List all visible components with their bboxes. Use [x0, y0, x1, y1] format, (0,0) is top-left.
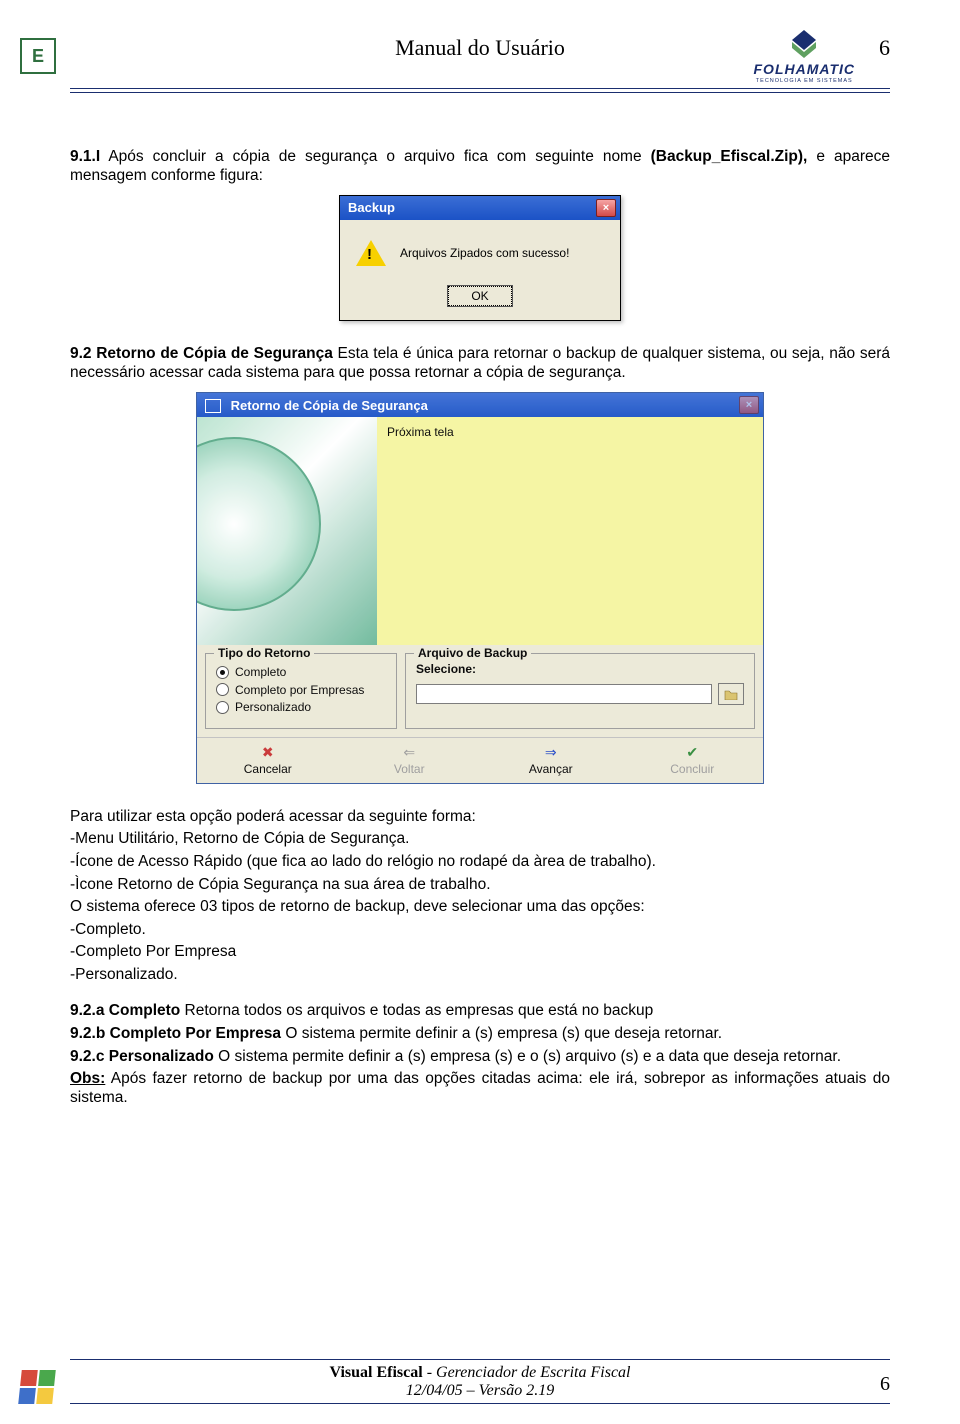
header-rule-2	[70, 92, 890, 93]
cancel-button[interactable]: ✖ Cancelar	[197, 738, 339, 783]
para-how-5: O sistema oferece 03 tipos de retorno de…	[70, 898, 890, 917]
p92c-prefix: 9.2.c Personalizado	[70, 1048, 214, 1065]
backup-message: Arquivos Zipados com sucesso!	[400, 246, 569, 260]
backup-titlebar: Backup ×	[340, 196, 620, 220]
para-how-1: Para utilizar esta opção poderá acessar …	[70, 808, 890, 827]
wizard-hint: Próxima tela	[387, 425, 454, 439]
wizard-titlebar: Retorno de Cópia de Segurança ×	[197, 393, 763, 417]
group-tipo-retorno: Tipo do Retorno Completo Completo por Em…	[205, 653, 397, 728]
radio-icon	[216, 701, 229, 714]
finish-label: Concluir	[670, 762, 714, 776]
backup-dialog-figure: Backup × ! Arquivos Zipados com sucesso!…	[70, 195, 890, 321]
group-arquivo-backup: Arquivo de Backup Selecione:	[405, 653, 755, 728]
paragraph-9-1-i: 9.1.I Após concluir a cópia de segurança…	[70, 148, 890, 185]
logo-left-letter: E	[32, 46, 44, 67]
p92a-prefix: 9.2.a Completo	[70, 1002, 180, 1019]
p1-prefix: 9.1.I	[70, 148, 100, 165]
page-footer: Visual Efiscal - Gerenciador de Escrita …	[70, 1359, 890, 1404]
finish-button[interactable]: ✔ Concluir	[622, 738, 764, 783]
footer-product: Visual Efiscal	[329, 1364, 422, 1381]
warning-icon: !	[356, 238, 386, 268]
content: 9.1.I Após concluir a cópia de segurança…	[70, 148, 890, 1107]
p1-text: Após concluir a cópia de segurança o arq…	[100, 148, 650, 165]
arrow-left-icon: ⇐	[403, 744, 415, 761]
paragraph-9-2-b: 9.2.b Completo Por Empresa O sistema per…	[70, 1025, 890, 1044]
paragraph-9-2: 9.2 Retorno de Cópia de Segurança Esta t…	[70, 345, 890, 382]
backup-button-row: OK	[340, 286, 620, 320]
paragraph-9-2-a: 9.2.a Completo Retorna todos os arquivos…	[70, 1002, 890, 1021]
back-label: Voltar	[394, 762, 425, 776]
backup-file-input[interactable]	[416, 684, 712, 704]
header-page-number: 6	[879, 35, 890, 61]
next-button[interactable]: ⇒ Avançar	[480, 738, 622, 783]
ok-button[interactable]: OK	[448, 286, 511, 306]
radio-label: Completo	[235, 665, 286, 679]
footer-content: Visual Efiscal - Gerenciador de Escrita …	[70, 1360, 890, 1400]
brand-logo: FOLHAMATIC TECNOLOGIA EM SISTEMAS	[754, 30, 856, 84]
wizard-title: Retorno de Cópia de Segurança	[231, 398, 428, 413]
radio-label: Personalizado	[235, 700, 311, 714]
logo-left: E	[20, 38, 56, 74]
radio-icon	[216, 666, 229, 679]
legend-arquivo: Arquivo de Backup	[414, 646, 531, 660]
p1-bold: (Backup_Efiscal.Zip),	[651, 148, 808, 165]
legend-tipo: Tipo do Retorno	[214, 646, 314, 660]
folder-open-icon	[724, 688, 738, 700]
para-how-2: -Menu Utilitário, Retorno de Cópia de Se…	[70, 830, 890, 849]
check-icon: ✔	[686, 744, 698, 761]
browse-button[interactable]	[718, 683, 744, 705]
p92b-text: O sistema permite definir a (s) empresa …	[281, 1025, 722, 1042]
obs-text: Após fazer retorno de backup por uma das…	[70, 1070, 890, 1106]
brand-sub: TECNOLOGIA EM SISTEMAS	[756, 78, 853, 84]
para-how-4: -Ìcone Retorno de Cópia Segurança na sua…	[70, 876, 890, 895]
footer-rule-2	[70, 1403, 890, 1404]
page-header: E Manual do Usuário 6 FOLHAMATIC TECNOLO…	[70, 30, 890, 108]
obs-label: Obs:	[70, 1070, 105, 1087]
wizard-buttonbar: ✖ Cancelar ⇐ Voltar ⇒ Avançar ✔ Concluir	[197, 737, 763, 783]
para-how-3: -Ícone de Acesso Rápido (que fica ao lad…	[70, 853, 890, 872]
p92a-text: Retorna todos os arquivos e todas as emp…	[180, 1002, 653, 1019]
backup-dialog-title: Backup	[348, 200, 395, 216]
radio-personalizado[interactable]: Personalizado	[216, 700, 386, 714]
arrow-right-icon: ⇒	[545, 744, 557, 761]
wizard-hint-area: Próxima tela	[377, 417, 763, 645]
wizard-graphic	[197, 417, 377, 645]
paragraph-obs: Obs: Após fazer retorno de backup por um…	[70, 1070, 890, 1107]
p2-prefix: 9.2 Retorno de Cópia de Segurança	[70, 345, 333, 362]
restore-wizard: Retorno de Cópia de Segurança × Próxima …	[196, 392, 764, 783]
windows-logo-icon	[18, 1370, 56, 1404]
close-icon[interactable]: ×	[596, 199, 616, 217]
footer-version: 12/04/05 – Versão 2.19	[329, 1382, 630, 1400]
para-how-6: -Completo.	[70, 921, 890, 940]
wizard-figure: Retorno de Cópia de Segurança × Próxima …	[70, 392, 890, 783]
backup-body: ! Arquivos Zipados com sucesso!	[340, 220, 620, 286]
brand-name: FOLHAMATIC	[754, 61, 856, 77]
wizard-lower: Tipo do Retorno Completo Completo por Em…	[197, 645, 763, 736]
wizard-body: Próxima tela	[197, 417, 763, 645]
back-button[interactable]: ⇐ Voltar	[339, 738, 481, 783]
footer-page-number: 6	[880, 1373, 890, 1396]
cancel-label: Cancelar	[244, 762, 292, 776]
p92c-text: O sistema permite definir a (s) empresa …	[214, 1048, 841, 1065]
backup-dialog: Backup × ! Arquivos Zipados com sucesso!…	[339, 195, 621, 321]
para-how-7: -Completo Por Empresa	[70, 943, 890, 962]
p92b-prefix: 9.2.b Completo Por Empresa	[70, 1025, 281, 1042]
close-icon[interactable]: ×	[739, 396, 759, 414]
disc-icon	[197, 437, 321, 611]
radio-completo-empresas[interactable]: Completo por Empresas	[216, 683, 386, 697]
file-row	[416, 683, 744, 705]
header-rule-1	[70, 88, 890, 89]
cancel-icon: ✖	[262, 744, 274, 761]
radio-completo[interactable]: Completo	[216, 665, 386, 679]
footer-desc: - Gerenciador de Escrita Fiscal	[423, 1364, 631, 1381]
radio-icon	[216, 683, 229, 696]
folhamatic-icon	[784, 30, 824, 60]
app-icon	[205, 399, 221, 413]
para-how-8: -Personalizado.	[70, 966, 890, 985]
paragraph-9-2-c: 9.2.c Personalizado O sistema permite de…	[70, 1048, 890, 1067]
radio-label: Completo por Empresas	[235, 683, 364, 697]
next-label: Avançar	[529, 762, 573, 776]
label-selecione: Selecione:	[416, 662, 744, 676]
